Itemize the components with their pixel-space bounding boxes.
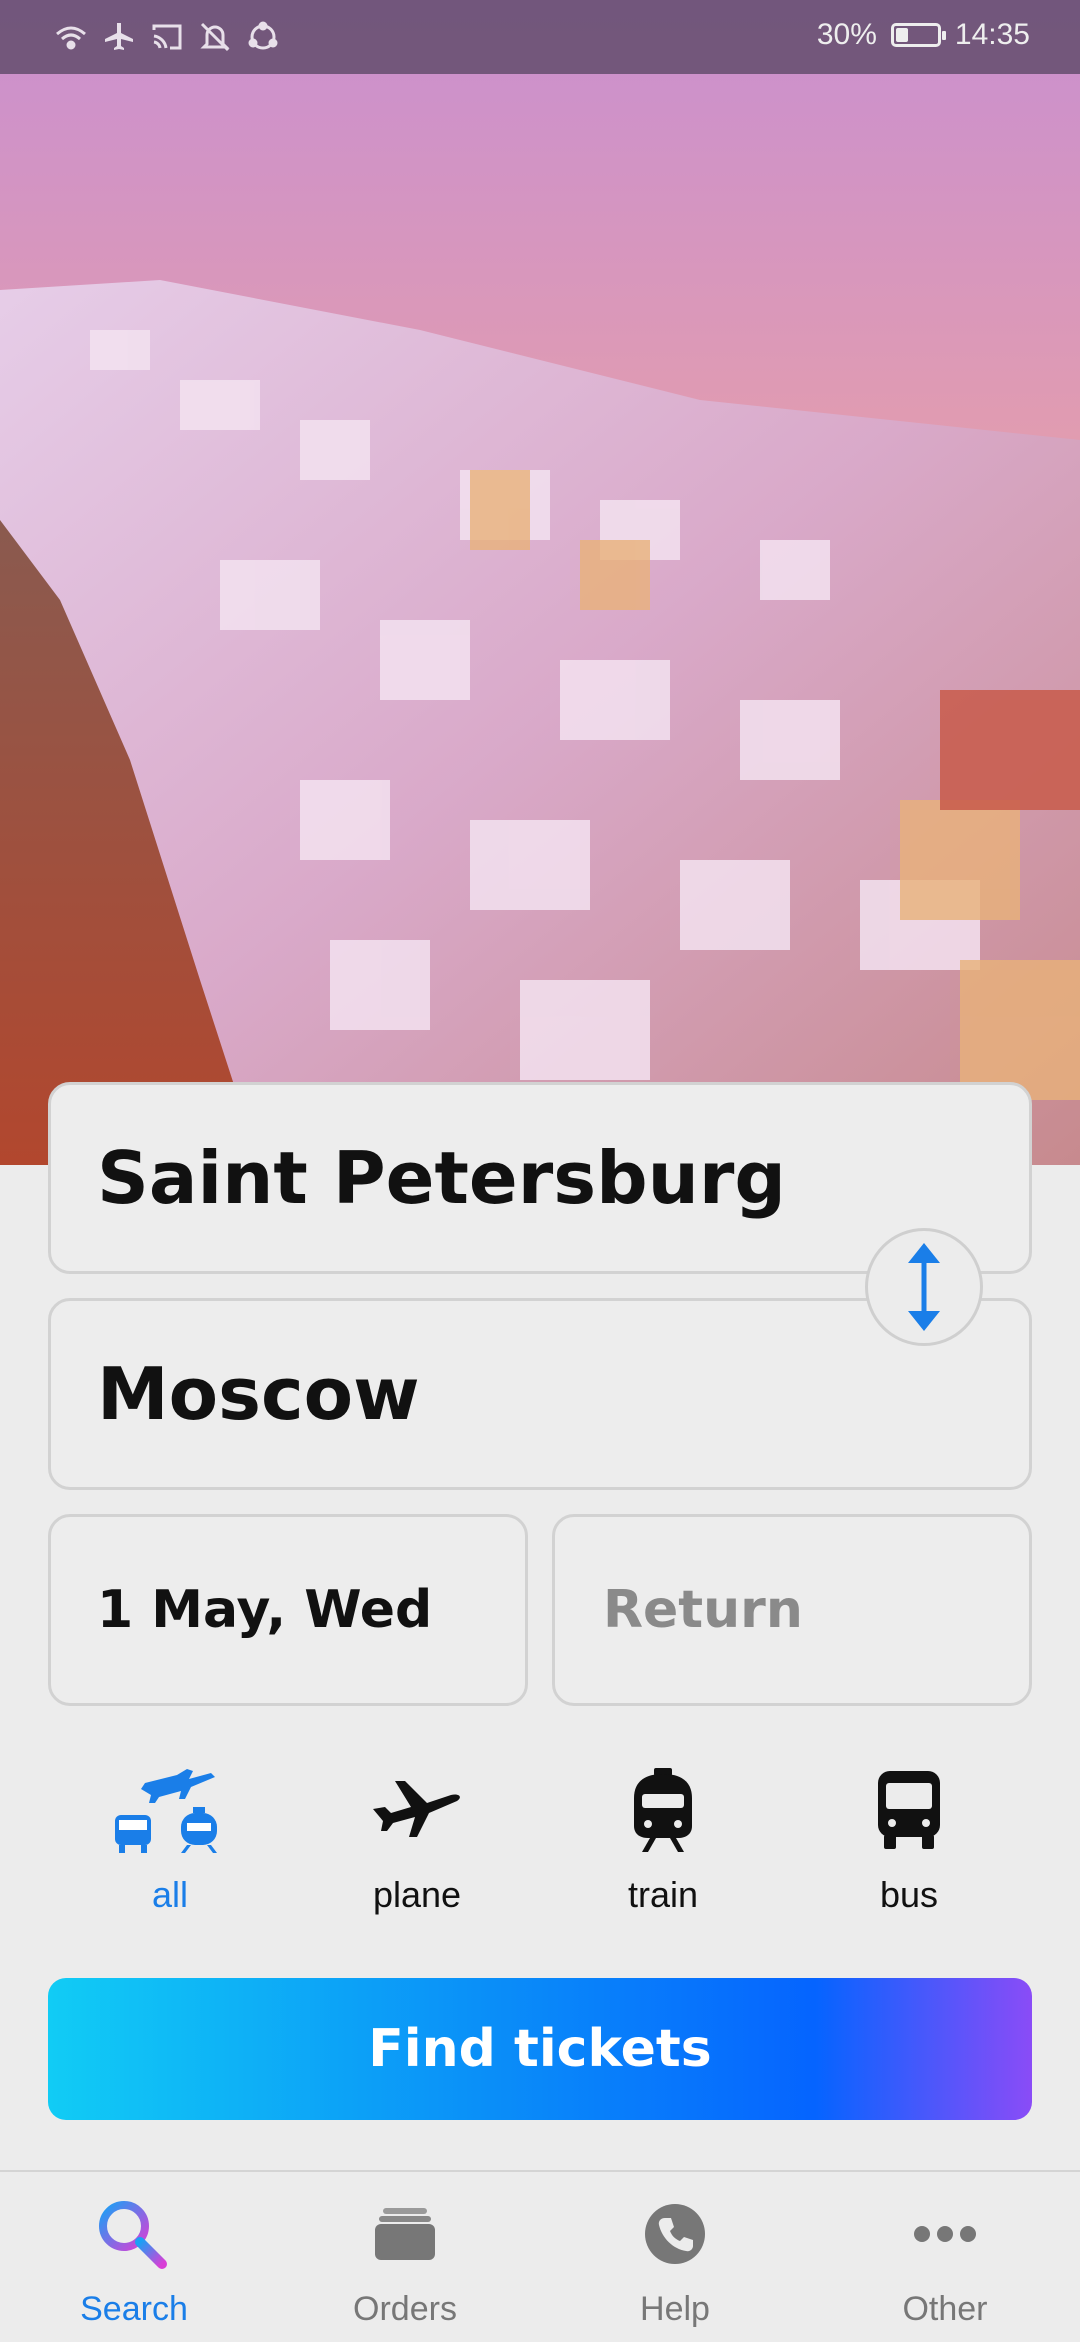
battery-percent: 30% (816, 18, 877, 51)
bottom-navigation: Search Orders Help Other (0, 2170, 1080, 2342)
train-icon (563, 1760, 763, 1860)
nav-orders[interactable]: Orders (295, 2198, 515, 2329)
orders-icon (295, 2198, 515, 2270)
transport-train[interactable]: train (563, 1760, 763, 1916)
nav-other[interactable]: Other (835, 2198, 1055, 2329)
nav-label: Help (640, 2290, 710, 2328)
from-city-value: Saint Petersburg (97, 1136, 786, 1220)
transport-all[interactable]: all (70, 1760, 270, 1916)
all-transport-icon (70, 1760, 270, 1860)
nav-label: Search (80, 2290, 188, 2328)
nav-label: Other (902, 2290, 988, 2328)
plane-icon (317, 1760, 517, 1860)
to-city-value: Moscow (97, 1352, 420, 1436)
return-date-field[interactable]: Return (552, 1514, 1032, 1706)
hero-image (0, 0, 1080, 1165)
nav-search[interactable]: Search (24, 2198, 244, 2329)
nav-help[interactable]: Help (565, 2198, 785, 2329)
transport-label: plane (372, 1874, 462, 1915)
search-icon (24, 2198, 244, 2270)
cast-icon (150, 20, 184, 54)
swap-cities-button[interactable] (865, 1228, 983, 1346)
clock: 14:35 (954, 18, 1030, 51)
more-icon (835, 2198, 1055, 2270)
find-tickets-button[interactable]: Find tickets (48, 1978, 1032, 2120)
swap-vertical-icon (908, 1243, 940, 1331)
airplane-mode-icon (102, 20, 136, 54)
transport-label: all (151, 1874, 189, 1915)
transport-label: train (627, 1874, 699, 1915)
transport-bus[interactable]: bus (809, 1760, 1009, 1916)
find-tickets-label: Find tickets (368, 2019, 712, 2079)
transport-label: bus (879, 1874, 939, 1915)
help-phone-icon (565, 2198, 785, 2270)
status-bar: 30% 14:35 (0, 0, 1080, 74)
transport-plane[interactable]: plane (317, 1760, 517, 1916)
departure-date-field[interactable]: 1 May, Wed (48, 1514, 528, 1706)
mute-bell-icon (198, 20, 232, 54)
wifi-icon (54, 20, 88, 54)
nav-label: Orders (353, 2290, 457, 2328)
battery-icon (890, 23, 946, 47)
bus-icon (809, 1760, 1009, 1860)
return-placeholder: Return (603, 1580, 803, 1640)
departure-date-value: 1 May, Wed (97, 1580, 433, 1640)
sync-icon (246, 20, 280, 54)
